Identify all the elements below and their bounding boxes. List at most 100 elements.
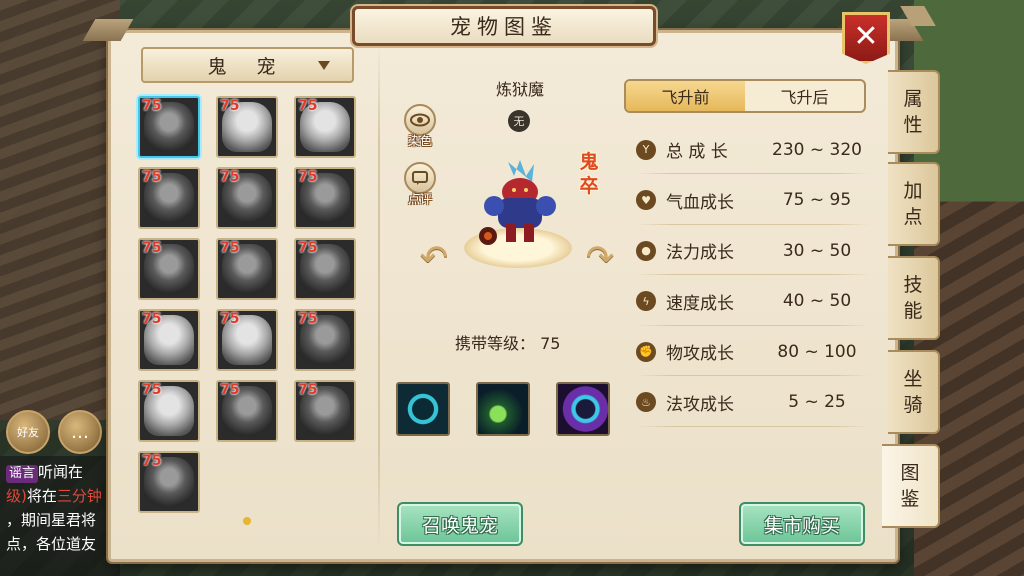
speed-icon: ϟ <box>636 291 656 311</box>
pet-list-item[interactable]: 75 <box>138 238 200 300</box>
stat-row: ♨ 法攻成长 5 ~ 25 <box>636 385 876 427</box>
pet-level-badge: 75 <box>298 169 318 185</box>
stat-row: ✊ 物攻成长 80 ~ 100 <box>636 334 876 376</box>
pet-list-item[interactable]: 75 <box>138 451 200 513</box>
growth-icon: Y <box>636 139 656 160</box>
element-badge: 无 <box>508 110 530 132</box>
pet-level-badge: 75 <box>142 240 162 256</box>
shield-skill-icon[interactable] <box>556 382 610 436</box>
side-tab[interactable]: 加点 <box>888 162 940 246</box>
side-tab-label: 技能 <box>903 274 923 322</box>
side-tab[interactable]: 属性 <box>888 70 940 154</box>
stat-label: 总 成 长 <box>666 142 728 162</box>
pet-list-item[interactable]: 75 <box>216 380 278 442</box>
pet-list-item[interactable]: 75 <box>294 167 356 229</box>
stat-label: 速度成长 <box>666 293 734 314</box>
side-tab[interactable]: 技能 <box>888 256 940 340</box>
comment-label: 点评 <box>407 192 432 206</box>
carry-level-value: 75 <box>540 334 561 353</box>
category-dropdown-value: 鬼 宠 <box>207 55 288 78</box>
tab-after-ascension[interactable]: 飞升后 <box>745 81 864 111</box>
stat-value: 230 ~ 320 <box>772 139 862 160</box>
pet-level-badge: 75 <box>142 311 162 327</box>
pet-list-item[interactable]: 75 <box>216 96 278 158</box>
friends-button[interactable]: 好友 <box>6 410 50 454</box>
pet-level-badge: 75 <box>298 311 318 327</box>
pet-level-badge: 75 <box>142 169 162 185</box>
pet-list-item[interactable]: 75 <box>138 309 200 371</box>
dye-label: 染色 <box>407 134 432 148</box>
pet-level-badge: 75 <box>142 98 162 114</box>
ring-skill-icon[interactable] <box>396 382 450 436</box>
pet-name: 炼狱魔 <box>495 80 544 99</box>
rotate-left-icon: ↶ <box>419 238 449 278</box>
chat-log[interactable]: 谣言 听闻在 级)将在三分钟 ，期间星君将 点，各位道友 <box>0 456 120 576</box>
side-tab-label: 加点 <box>903 180 923 228</box>
pet-level-badge: 75 <box>220 240 240 256</box>
side-tab[interactable]: 坐骑 <box>888 350 940 434</box>
chat-shortcuts: 好友 … <box>6 410 102 454</box>
stat-value: 40 ~ 50 <box>782 291 852 311</box>
stat-row: ● 法力成长 30 ~ 50 <box>636 233 876 275</box>
comment-button[interactable]: 点评 <box>402 162 438 210</box>
dye-button[interactable]: 染色 <box>402 104 438 152</box>
pet-model[interactable] <box>478 158 562 250</box>
page-indicator-dot <box>243 517 251 525</box>
close-button[interactable]: ✕ <box>842 12 890 64</box>
rotate-left-button[interactable]: ↶ <box>416 236 452 280</box>
pet-list-item[interactable]: 75 <box>138 96 200 158</box>
pet-list-item[interactable]: 75 <box>138 380 200 442</box>
chat-line-4: 点，各位道友 <box>6 535 97 553</box>
pet-list-item[interactable]: 75 <box>138 167 200 229</box>
summon-button[interactable]: 召唤鬼宠 <box>397 502 523 546</box>
stat-label: 法攻成长 <box>666 394 734 415</box>
panel-divider <box>378 44 380 550</box>
side-tab-label: 坐骑 <box>903 368 923 416</box>
scene-rooftop-left <box>0 0 120 420</box>
side-tab[interactable]: 图鉴 <box>882 444 940 528</box>
burst-skill-icon[interactable] <box>476 382 530 436</box>
pet-level-badge: 75 <box>220 98 240 114</box>
side-tab-label: 图鉴 <box>900 462 920 510</box>
window-title: 宠物图鉴 <box>352 6 656 46</box>
pet-list-item[interactable]: 75 <box>216 309 278 371</box>
pet-level-badge: 75 <box>298 240 318 256</box>
chat-line-2b: 将在 <box>26 487 57 505</box>
drop-icon: ● <box>636 240 656 261</box>
tab-before-ascension[interactable]: 飞升前 <box>626 81 745 111</box>
growth-stats: Y 总 成 长 230 ~ 320 ♥ 气血成长 75 ~ 95 ● 法力成长 30 ~ 50 ϟ… <box>636 132 876 435</box>
stat-label: 物攻成长 <box>666 344 734 364</box>
pet-list-item[interactable]: 75 <box>216 238 278 300</box>
stat-row: ♥ 气血成长 75 ~ 95 <box>636 183 876 225</box>
pet-level-badge: 75 <box>220 382 240 398</box>
pet-list-item[interactable]: 75 <box>294 238 356 300</box>
pet-list-item[interactable]: 75 <box>216 167 278 229</box>
pet-level-badge: 75 <box>220 169 240 185</box>
friends-label: 好友 <box>17 426 39 439</box>
close-icon: ✕ <box>853 19 879 54</box>
pet-level-badge: 75 <box>298 382 318 398</box>
category-dropdown[interactable]: 鬼 宠 <box>141 47 354 83</box>
stat-value: 80 ~ 100 <box>777 341 857 362</box>
pet-type-label: 鬼卒 <box>579 151 599 197</box>
chat-line-2a: 级) <box>6 487 27 505</box>
pet-level-badge: 75 <box>220 311 240 327</box>
pet-list-grid: 75 75 75 75 75 75 75 75 75 75 75 75 75 75 75 75 <box>138 96 356 513</box>
chat-bubble-icon[interactable]: … <box>58 410 102 454</box>
stat-value: 30 ~ 50 <box>782 240 852 261</box>
rotate-right-button[interactable]: ↷ <box>582 236 618 280</box>
chat-line-1: 听闻在 <box>38 463 84 481</box>
market-buy-button[interactable]: 集市购买 <box>739 502 865 546</box>
heart-icon: ♥ <box>636 190 656 210</box>
growth-tabs: 飞升前 飞升后 <box>624 79 866 113</box>
pet-list-item[interactable]: 75 <box>294 96 356 158</box>
chat-line-2c: 三分钟 <box>56 487 102 505</box>
pet-level-badge: 75 <box>142 382 162 398</box>
side-tab-label: 属性 <box>903 88 923 136</box>
pet-list-item[interactable]: 75 <box>294 309 356 371</box>
pet-list-item[interactable]: 75 <box>294 380 356 442</box>
stat-label: 气血成长 <box>666 192 734 213</box>
carry-level-label: 携带等级： <box>455 334 536 353</box>
skill-list <box>396 382 610 436</box>
flame-icon: ♨ <box>636 392 656 412</box>
